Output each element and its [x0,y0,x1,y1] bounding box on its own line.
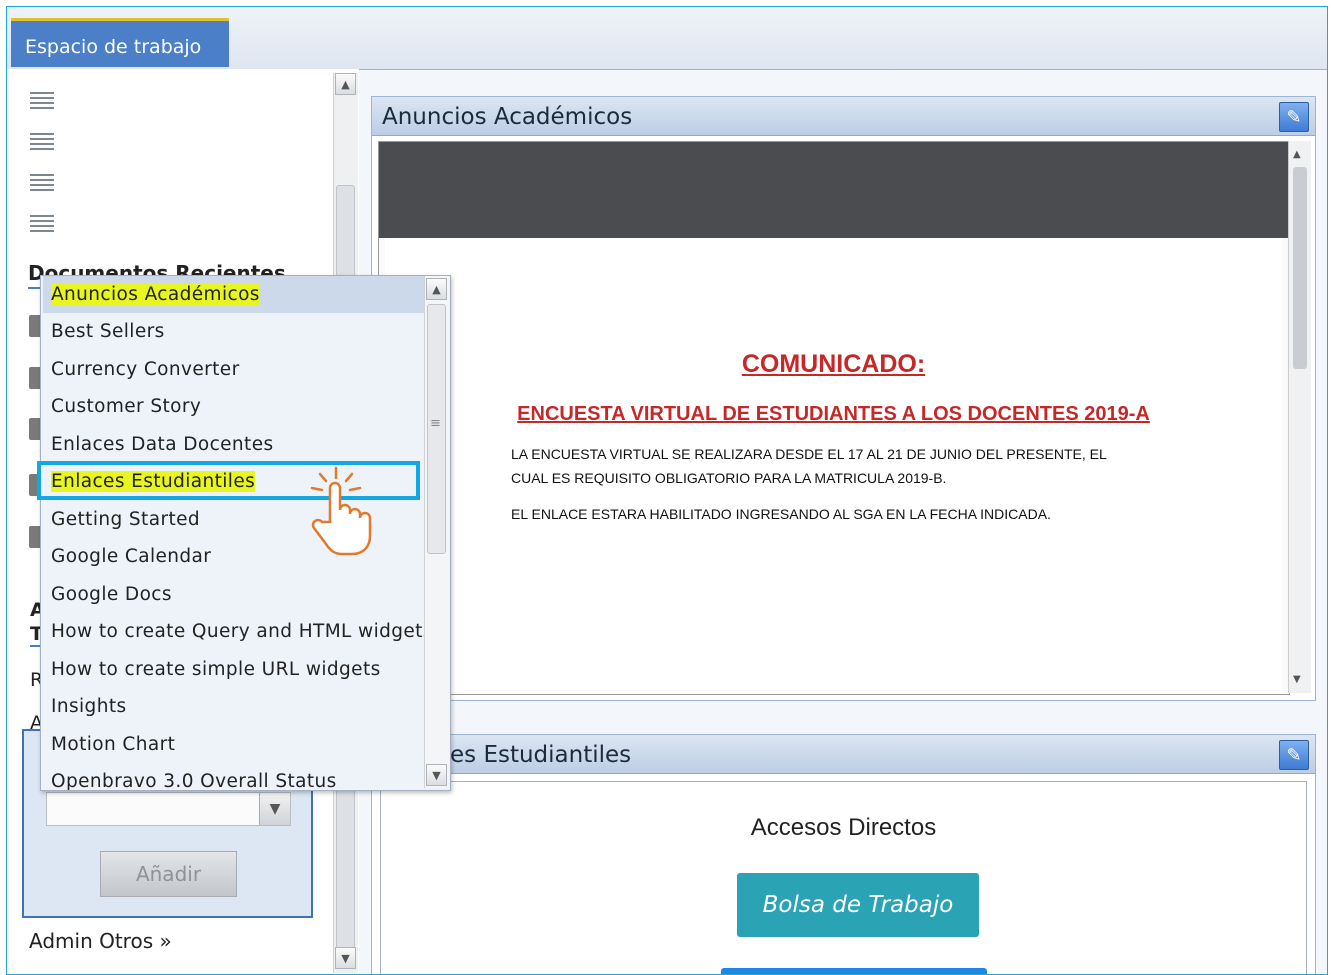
dropdown-item[interactable]: Insights [43,688,424,725]
menu-icon[interactable] [30,174,54,191]
announcement-page: COMUNICADO: ENCUESTA VIRTUAL DE ESTUDIAN… [385,238,1282,694]
widget-header: es Estudiantiles ✎ [372,735,1315,774]
dropdown-item[interactable]: Customer Story [43,388,424,425]
dropdown-item[interactable]: Currency Converter [43,351,424,388]
scroll-up-icon[interactable]: ▲ [426,278,447,300]
announcement-line: EL ENLACE ESTARA HABILITADO INGRESANDO A… [511,506,1051,522]
dropdown-item[interactable]: How to create simple URL widgets [43,651,424,688]
grip-icon: ≡ [430,416,441,431]
announcement-viewer: COMUNICADO: ENCUESTA VIRTUAL DE ESTUDIAN… [378,141,1290,695]
scroll-up-icon[interactable]: ▲ [1293,149,1301,160]
widget-title: Anuncios Académicos [382,104,633,130]
widget-title: es Estudiantiles [450,742,632,768]
dropdown-scrollbar[interactable]: ▲ ≡ ▼ [424,276,449,788]
chevron-down-icon[interactable]: ▼ [259,793,290,825]
student-links-widget: es Estudiantiles ✎ Accesos Directos Bols… [371,734,1316,974]
scrollbar-thumb[interactable] [1293,167,1307,369]
dropdown-item[interactable]: Anuncios Académicos [43,276,424,313]
edit-pencil-icon[interactable]: ✎ [1279,740,1309,770]
viewer-background [379,142,1289,238]
announcement-subheading: ENCUESTA VIRTUAL DE ESTUDIANTES A LOS DO… [517,403,1150,425]
widget-header: Anuncios Académicos ✎ [372,97,1315,136]
scroll-up-icon[interactable]: ▲ [335,73,356,95]
dropdown-item[interactable]: Best Sellers [43,313,424,350]
scroll-down-icon[interactable]: ▼ [1293,674,1301,685]
tab-bar: Espacio de trabajo [7,7,1327,70]
announcement-heading: COMUNICADO: [741,350,926,378]
link-button[interactable] [721,968,987,974]
announcements-widget: Anuncios Académicos ✎ COMUNICADO: ENCUES… [371,96,1316,701]
widget-dropdown-list[interactable]: Anuncios Académicos Best Sellers Currenc… [40,275,451,791]
tab-workspace[interactable]: Espacio de trabajo [11,18,229,67]
dropdown-item[interactable]: Motion Chart [43,726,424,763]
menu-icon[interactable] [30,133,54,150]
menu-icon[interactable] [30,215,54,232]
scroll-down-icon[interactable]: ▼ [426,764,447,786]
announcement-line: CUAL ES REQUISITO OBLIGATORIO PARA LA MA… [511,470,947,486]
add-button[interactable]: Añadir [100,851,237,897]
announcement-line: LA ENCUESTA VIRTUAL SE REALIZARA DESDE E… [511,446,1107,462]
widget-select[interactable]: ▼ [46,792,291,826]
dropdown-item[interactable]: Google Docs [43,576,424,613]
dropdown-item[interactable]: Enlaces Data Docentes [43,426,424,463]
announcement-scrollbar[interactable]: ▲ ▼ [1288,141,1311,693]
dropdown-item[interactable]: Openbravo 3.0 Overall Status [43,763,424,790]
admin-others-link[interactable]: Admin Otros » [29,929,172,953]
dropdown-item[interactable]: How to create Query and HTML widgets [43,613,432,650]
edit-pencil-icon[interactable]: ✎ [1279,102,1309,132]
direct-access-title: Accesos Directos [750,814,937,841]
menu-icon[interactable] [30,92,54,109]
job-board-button[interactable]: Bolsa de Trabajo [737,873,979,937]
scroll-down-icon[interactable]: ▼ [335,947,356,969]
hand-pointer-icon [310,466,372,556]
links-content: Accesos Directos Bolsa de Trabajo [380,781,1307,974]
